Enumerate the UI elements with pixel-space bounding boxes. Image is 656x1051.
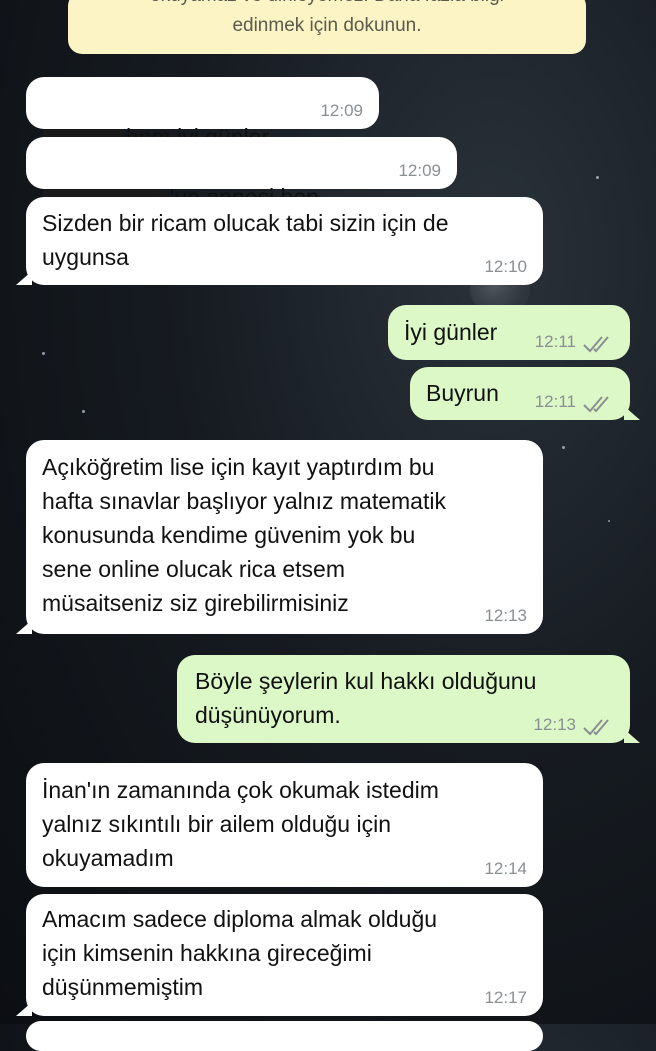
message-incoming[interactable]: hnm iyi günler 12:09 [26, 77, 379, 150]
bubble-tail [624, 729, 640, 743]
message-text: İnan'ın zamanında çok okumak istedim yal… [42, 777, 439, 871]
banner-line-2: edinmek için dokunun. [232, 15, 422, 36]
message-incoming[interactable]: 'un annesi ben 12:09 [26, 137, 457, 210]
message-time: 12:09 [320, 101, 363, 120]
message-time: 12:13 [484, 606, 527, 625]
message-time: 12:17 [484, 988, 527, 1007]
message-time: 12:13 [533, 715, 576, 734]
message-incoming[interactable]: İnan'ın zamanında çok okumak istedim yal… [26, 763, 543, 887]
encryption-notice-banner[interactable]: okuyamaz ve dinleyemez. Daha fazla bilgi… [68, 0, 586, 54]
bubble-tail [16, 620, 32, 634]
read-receipt-icon [583, 396, 609, 413]
message-outgoing[interactable]: Buyrun 12:11 [410, 367, 640, 420]
bubble-tail [16, 271, 32, 285]
message-time: 12:14 [484, 859, 527, 878]
message-incoming[interactable]: Açıköğretim lise için kayıt yaptırdım bu… [16, 440, 543, 634]
message-text: Amacım sadece diploma almak olduğu için … [42, 906, 438, 1000]
bubble-tail [16, 1002, 32, 1016]
message-incoming[interactable]: Amacım sadece diploma almak olduğu için … [16, 894, 543, 1016]
read-receipt-icon [583, 719, 609, 736]
bubble-tail [624, 406, 640, 420]
message-outgoing[interactable]: İyi günler 12:11 [388, 305, 630, 360]
message-text: Açıköğretim lise için kayıt yaptırdım bu… [42, 454, 446, 616]
message-text: Sizden bir ricam olucak tabi sizin için … [42, 210, 449, 270]
message-outgoing[interactable]: Böyle şeylerin kul hakkı olduğunu düşünü… [177, 655, 640, 743]
message-time: 12:09 [398, 161, 441, 180]
banner-line-1: okuyamaz ve dinleyemez. Daha fazla bilgi [68, 0, 586, 12]
message-incoming[interactable]: Sizden bir ricam olucak tabi sizin için … [16, 197, 543, 285]
message-time: 12:10 [484, 257, 527, 276]
message-time: 12:11 [534, 332, 576, 351]
read-receipt-icon [583, 336, 609, 353]
message-time: 12:11 [534, 392, 576, 411]
message-incoming-partial[interactable] [26, 1021, 543, 1051]
